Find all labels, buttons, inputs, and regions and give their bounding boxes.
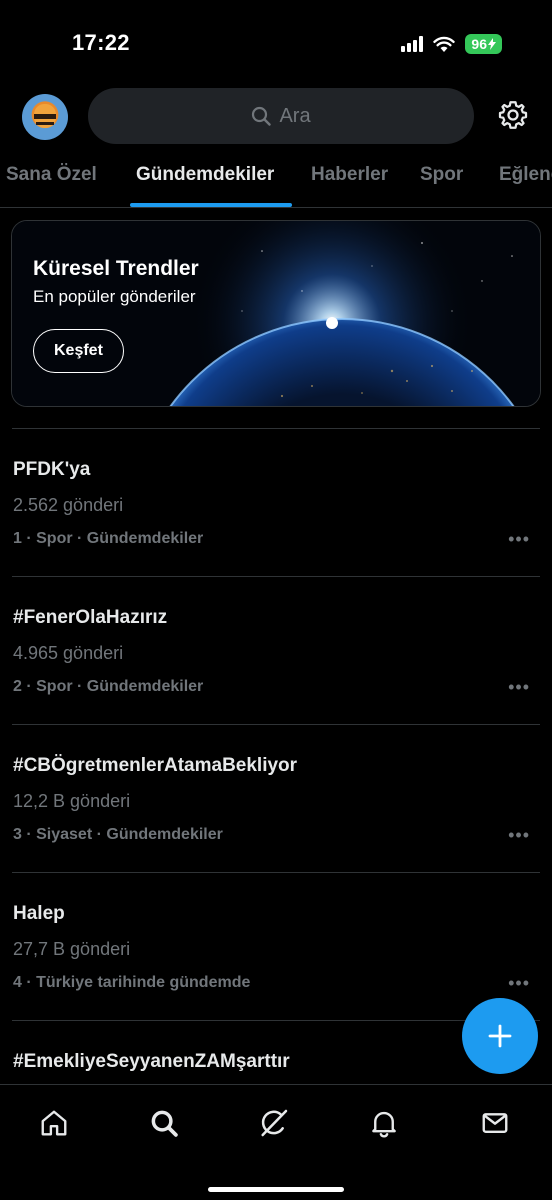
search-icon (252, 106, 272, 126)
explore-button[interactable]: Keşfet (33, 329, 124, 373)
trend-title: #EmekliyeSeyyanenZAMşarttır (13, 1051, 290, 1072)
status-bar: 17:22 96 (0, 0, 552, 84)
settings-button[interactable] (496, 98, 530, 132)
compose-button[interactable] (462, 998, 538, 1074)
explore-tabs: Sana Özel Gündemdekiler Haberler Spor Eğ… (0, 152, 552, 208)
more-options-icon[interactable]: ••• (508, 529, 530, 550)
home-icon (41, 1110, 67, 1136)
status-time: 17:22 (72, 30, 130, 55)
trend-title: PFDK'ya (13, 459, 91, 480)
nav-search[interactable] (146, 1105, 182, 1141)
tab-sana-ozel[interactable]: Sana Özel (6, 164, 97, 186)
avatar[interactable] (22, 94, 68, 140)
battery-level: 96 (471, 36, 487, 52)
nav-home[interactable] (36, 1105, 72, 1141)
wifi-icon (433, 36, 456, 52)
trend-title: Halep (13, 903, 65, 924)
tab-eglence[interactable]: Eğlence (499, 164, 552, 186)
more-options-icon[interactable]: ••• (508, 825, 530, 846)
trend-title: #FenerOlaHazırız (13, 607, 168, 628)
tab-gundemdekiler[interactable]: Gündemdekiler (136, 164, 274, 186)
mail-icon (482, 1113, 508, 1133)
tab-spor[interactable]: Spor (420, 164, 463, 186)
more-options-icon[interactable]: ••• (508, 677, 530, 698)
banner-title: Küresel Trendler (33, 257, 199, 280)
search-icon (151, 1110, 178, 1137)
gear-icon (498, 101, 528, 129)
banner-subtitle: En popüler gönderiler (33, 287, 196, 306)
trend-post-count: 2.562 gönderi (13, 495, 124, 515)
nav-notifications[interactable] (366, 1105, 402, 1141)
cellular-signal-icon (401, 36, 424, 52)
bottom-nav (0, 1084, 552, 1200)
status-icons: 96 (401, 34, 502, 54)
search-bar[interactable]: Ara (88, 88, 474, 144)
trend-item[interactable]: Halep 27,7 B gönderi 4 · Türkiye tarihin… (12, 872, 540, 1020)
plus-icon (488, 1024, 512, 1048)
trend-meta: 3 · Siyaset · Gündemdekiler (13, 826, 223, 843)
more-options-icon[interactable]: ••• (508, 973, 530, 994)
top-header: Ara (0, 86, 552, 146)
tab-haberler[interactable]: Haberler (311, 164, 388, 186)
trend-post-count: 4.965 gönderi (13, 643, 124, 663)
trend-meta: 4 · Türkiye tarihinde gündemde (13, 974, 251, 991)
active-tab-indicator (130, 203, 292, 207)
battery-indicator: 96 (465, 34, 502, 54)
trend-meta: 2 · Spor · Gündemdekiler (13, 678, 204, 695)
trend-title: #CBÖgretmenlerAtamaBekliyor (13, 755, 298, 776)
grok-icon (261, 1109, 288, 1137)
trend-item[interactable]: PFDK'ya 2.562 gönderi 1 · Spor · Gündemd… (12, 428, 540, 576)
nav-grok[interactable] (256, 1105, 292, 1141)
earth-image (12, 221, 540, 406)
search-placeholder: Ara (279, 104, 311, 127)
home-indicator (208, 1187, 344, 1192)
trend-item[interactable]: #FenerOlaHazırız 4.965 gönderi 2 · Spor … (12, 576, 540, 724)
trend-item[interactable]: #CBÖgretmenlerAtamaBekliyor 12,2 B gönde… (12, 724, 540, 872)
trend-post-count: 27,7 B gönderi (13, 939, 131, 959)
global-trends-banner[interactable]: Küresel Trendler En popüler gönderiler K… (11, 220, 541, 407)
charging-bolt-icon (488, 38, 496, 50)
nav-messages[interactable] (477, 1105, 513, 1141)
trend-meta: 1 · Spor · Gündemdekiler (13, 530, 204, 547)
trend-post-count: 12,2 B gönderi (13, 791, 131, 811)
bell-icon (372, 1111, 396, 1138)
